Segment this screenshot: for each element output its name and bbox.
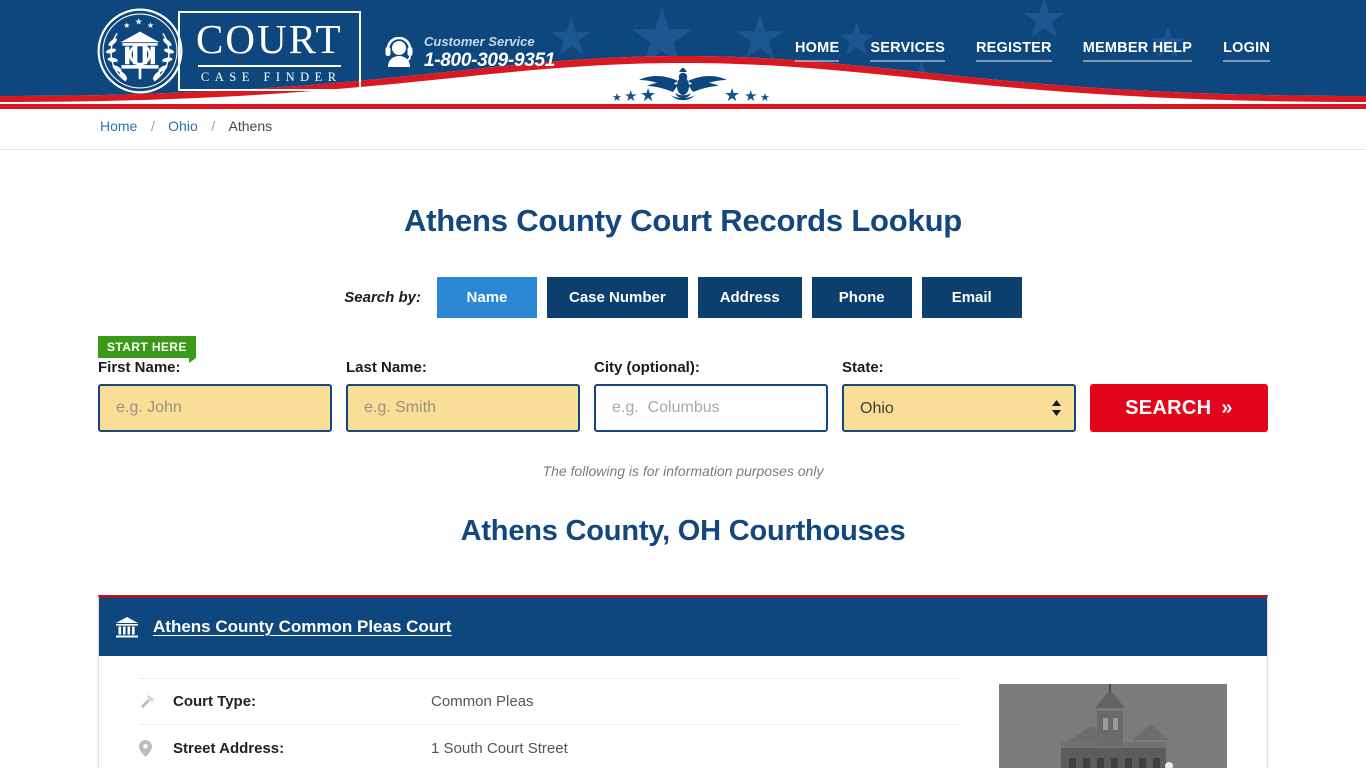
header-red-rule	[0, 104, 1366, 109]
search-by-label: Search by:	[344, 289, 421, 306]
gavel-icon	[139, 694, 173, 710]
logo-secondary-text: CASE FINDER	[200, 69, 342, 84]
breadcrumb-item-athens: Athens	[228, 117, 273, 134]
bank-courthouse-icon	[116, 617, 138, 638]
last-name-field-group: Last Name:	[346, 359, 580, 432]
search-button-label: SEARCH	[1125, 396, 1212, 419]
breadcrumb-separator: /	[211, 117, 216, 134]
double-chevron-right-icon: »	[1221, 396, 1233, 419]
logo-divider	[198, 64, 341, 67]
svg-text:★: ★	[123, 21, 130, 30]
main-navigation: HOME SERVICES REGISTER MEMBER HELP LOGIN	[795, 40, 1270, 62]
city-field-group: City (optional):	[594, 359, 828, 432]
table-row: Street Address: 1 South Court Street	[139, 725, 961, 768]
breadcrumb-bar: Home / Ohio / Athens	[0, 104, 1366, 150]
search-by-tabs: Search by: Name Case Number Address Phon…	[0, 277, 1366, 318]
table-row: Court Type: Common Pleas	[139, 678, 961, 725]
search-form: START HERE First Name: Last Name: City (…	[98, 336, 1268, 432]
courthouse-photo	[999, 684, 1227, 768]
nav-item-login[interactable]: LOGIN	[1223, 40, 1270, 62]
site-logo[interactable]: ★ ★ ★ COURT CASE FINDER	[96, 8, 361, 94]
state-select[interactable]: Ohio	[842, 384, 1076, 432]
courthouse-card-header: Athens County Common Pleas Court	[99, 598, 1267, 656]
state-label: State:	[842, 359, 884, 376]
nav-item-home[interactable]: HOME	[795, 40, 840, 62]
nav-item-services[interactable]: SERVICES	[870, 40, 945, 62]
courthouse-info-table: Court Type: Common Pleas Street Address:…	[99, 678, 961, 768]
customer-service-label: Customer Service	[424, 34, 535, 49]
breadcrumb-item-ohio[interactable]: Ohio	[168, 118, 198, 134]
search-button[interactable]: SEARCH »	[1090, 384, 1268, 432]
customer-service-block[interactable]: Customer Service 1-800-309-9351	[384, 34, 555, 72]
tab-address[interactable]: Address	[697, 277, 802, 318]
last-name-input[interactable]	[346, 384, 580, 432]
page-title: Athens County Court Records Lookup	[403, 203, 963, 238]
court-seal-icon: ★ ★ ★	[97, 8, 183, 94]
tab-case-number[interactable]: Case Number	[546, 277, 688, 318]
first-name-input[interactable]	[98, 384, 332, 432]
first-name-label: First Name:	[98, 359, 181, 376]
breadcrumb-item-home[interactable]: Home	[100, 118, 137, 134]
courthouse-title-link[interactable]: Athens County Common Pleas Court	[153, 617, 451, 637]
breadcrumb: Home / Ohio / Athens	[100, 118, 272, 136]
svg-text:★: ★	[135, 18, 143, 28]
logo-wordmark: COURT CASE FINDER	[178, 10, 361, 92]
site-header: ★ ★ ★ ★ ★ ★ ★ ★ ★ ★ ★ ★ ★ ★ ★ COURT CASE…	[0, 0, 1366, 104]
map-pin-icon	[139, 739, 173, 757]
tab-name[interactable]: Name	[436, 277, 537, 318]
info-value: 1 South Court Street	[431, 739, 568, 757]
info-value: Common Pleas	[431, 693, 534, 710]
info-key: Court Type:	[173, 693, 257, 710]
svg-text:★: ★	[147, 21, 154, 30]
main-content: Athens County Court Records Lookup Searc…	[0, 150, 1366, 768]
disclaimer-text: The following is for information purpose…	[542, 463, 824, 479]
headset-support-icon	[385, 37, 413, 68]
breadcrumb-separator: /	[150, 117, 155, 134]
first-name-field-group: First Name:	[98, 359, 332, 432]
city-input[interactable]	[594, 384, 828, 432]
tab-phone[interactable]: Phone	[811, 277, 912, 318]
info-key: Street Address:	[173, 739, 285, 757]
customer-service-phone[interactable]: 1-800-309-9351	[424, 50, 555, 73]
nav-item-register[interactable]: REGISTER	[976, 40, 1052, 62]
courthouse-card-body: Court Type: Common Pleas Street Address:…	[99, 656, 1267, 768]
nav-item-member-help[interactable]: MEMBER HELP	[1082, 40, 1193, 62]
city-label: City (optional):	[594, 359, 700, 376]
section-title: Athens County, OH Courthouses	[460, 515, 906, 547]
logo-primary-text: COURT	[196, 15, 343, 62]
last-name-label: Last Name:	[346, 359, 427, 376]
tab-email[interactable]: Email	[921, 277, 1022, 318]
courthouse-card: Athens County Common Pleas Court Court T…	[98, 595, 1268, 768]
state-field-group: State: Ohio	[842, 359, 1076, 432]
start-here-badge: START HERE	[98, 336, 196, 363]
